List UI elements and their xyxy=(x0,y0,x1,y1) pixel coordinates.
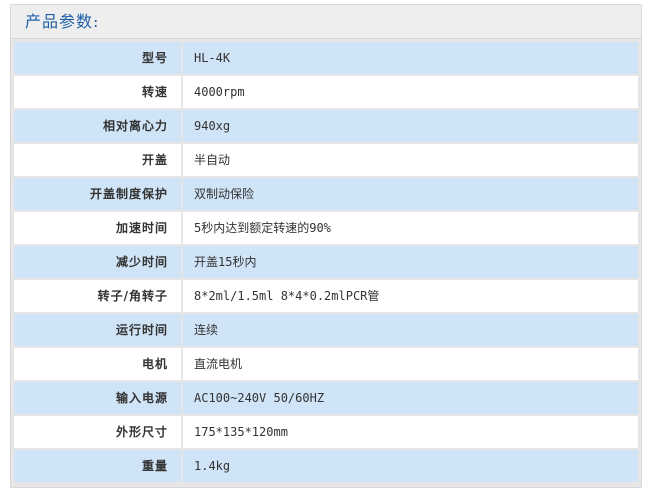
spec-value: 940xg xyxy=(183,110,638,142)
spec-value: AC100~240V 50/60HZ xyxy=(183,382,638,414)
spec-value: 连续 xyxy=(183,314,638,346)
spec-label: 型号 xyxy=(14,42,181,74)
spec-label: 外形尺寸 xyxy=(14,416,181,448)
product-parameters-panel: 产品参数: 型号 HL-4K 转速 4000rpm 相对离心力 940xg 开盖… xyxy=(10,4,642,488)
spec-label: 开盖 xyxy=(14,144,181,176)
spec-label: 电机 xyxy=(14,348,181,380)
spec-label: 加速时间 xyxy=(14,212,181,244)
table-row: 减少时间 开盖15秒内 xyxy=(14,246,638,278)
table-row: 开盖 半自动 xyxy=(14,144,638,176)
spec-value: 直流电机 xyxy=(183,348,638,380)
table-row: 开盖制度保护 双制动保险 xyxy=(14,178,638,210)
spec-value: 4000rpm xyxy=(183,76,638,108)
spec-label: 重量 xyxy=(14,450,181,482)
spec-table: 型号 HL-4K 转速 4000rpm 相对离心力 940xg 开盖 半自动 开… xyxy=(14,42,638,484)
table-row: 转速 4000rpm xyxy=(14,76,638,108)
table-row: 相对离心力 940xg xyxy=(14,110,638,142)
spec-value: 1.4kg xyxy=(183,450,638,482)
spec-label: 减少时间 xyxy=(14,246,181,278)
table-row: 转子/角转子 8*2ml/1.5ml 8*4*0.2mlPCR管 xyxy=(14,280,638,312)
table-row: 外形尺寸 175*135*120mm xyxy=(14,416,638,448)
spec-value: 半自动 xyxy=(183,144,638,176)
spec-label: 运行时间 xyxy=(14,314,181,346)
spec-label: 相对离心力 xyxy=(14,110,181,142)
table-row: 运行时间 连续 xyxy=(14,314,638,346)
spec-value: 175*135*120mm xyxy=(183,416,638,448)
spec-value: 开盖15秒内 xyxy=(183,246,638,278)
table-row: 重量 1.4kg xyxy=(14,450,638,482)
table-row: 电机 直流电机 xyxy=(14,348,638,380)
spec-label: 开盖制度保护 xyxy=(14,178,181,210)
table-row: 加速时间 5秒内达到额定转速的90% xyxy=(14,212,638,244)
spec-label: 转速 xyxy=(14,76,181,108)
spec-value: 双制动保险 xyxy=(183,178,638,210)
table-row: 输入电源 AC100~240V 50/60HZ xyxy=(14,382,638,414)
spec-value: 5秒内达到额定转速的90% xyxy=(183,212,638,244)
spec-label: 转子/角转子 xyxy=(14,280,181,312)
table-row: 型号 HL-4K xyxy=(14,42,638,74)
spec-value: HL-4K xyxy=(183,42,638,74)
spec-label: 输入电源 xyxy=(14,382,181,414)
panel-title: 产品参数: xyxy=(11,5,641,39)
spec-value: 8*2ml/1.5ml 8*4*0.2mlPCR管 xyxy=(183,280,638,312)
